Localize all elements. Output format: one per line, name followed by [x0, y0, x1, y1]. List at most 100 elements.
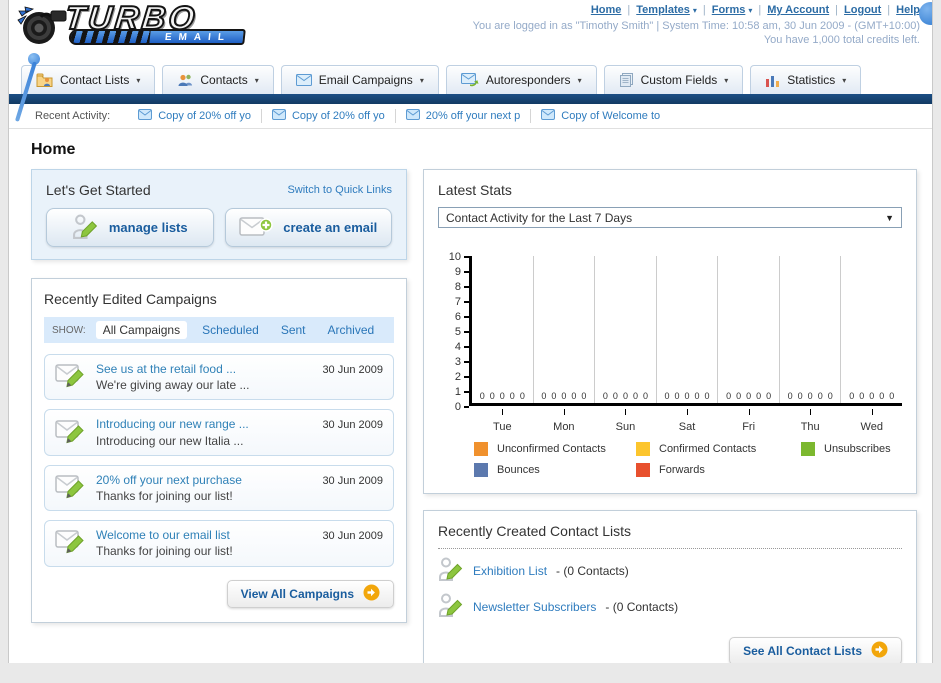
campaign-text: 20% off your next purchase Thanks for jo…: [96, 472, 313, 504]
recent-activity-link[interactable]: Copy of 20% off yo: [292, 110, 385, 122]
legend-label: Confirmed Contacts: [659, 443, 756, 455]
filter-scheduled[interactable]: Scheduled: [195, 321, 266, 339]
tab-statistics[interactable]: Statistics ▾: [750, 65, 861, 94]
tab-contact-lists[interactable]: Contact Lists ▾: [21, 65, 155, 94]
y-tick-mark: [464, 331, 469, 333]
chart-value: 0: [643, 391, 648, 401]
campaign-text: See us at the retail food ... We're givi…: [96, 361, 313, 393]
chart-day-column: 00000 Mon: [533, 256, 595, 403]
chart-day-column: 00000 Sun: [594, 256, 656, 403]
campaign-edit-icon: [55, 361, 87, 393]
stats-period-select[interactable]: Contact Activity for the Last 7 Days ▼: [438, 207, 902, 228]
contact-list-item: Exhibition List - (0 Contacts): [438, 556, 902, 585]
show-label: SHOW:: [52, 325, 86, 336]
topnav-link-forms[interactable]: Forms: [712, 4, 746, 16]
recent-activity-item[interactable]: 20% off your next p: [396, 109, 531, 123]
tab-label: Email Campaigns: [319, 73, 413, 87]
recent-activity-item[interactable]: Copy of 20% off yo: [128, 109, 261, 123]
chart-value: 0: [500, 391, 505, 401]
chart-day-column: 00000 Fri: [717, 256, 779, 403]
campaign-title-link[interactable]: 20% off your next purchase: [96, 472, 313, 488]
campaign-title-link[interactable]: See us at the retail food ...: [96, 361, 313, 377]
see-all-contact-lists-button[interactable]: See All Contact Lists: [729, 637, 902, 663]
recent-activity-item[interactable]: Copy of 20% off yo: [262, 109, 395, 123]
view-all-campaigns-button[interactable]: View All Campaigns: [227, 580, 394, 608]
arrow-circle-icon: [871, 641, 888, 661]
y-tick: 9: [455, 266, 469, 278]
campaign-row[interactable]: Welcome to our email list Thanks for joi…: [44, 520, 394, 566]
y-tick-mark: [464, 361, 469, 363]
contact-list-link[interactable]: Exhibition List: [473, 564, 547, 578]
topnav-link-templates[interactable]: Templates: [636, 4, 690, 16]
y-tick-mark: [464, 376, 469, 378]
contact-list-item: Newsletter Subscribers - (0 Contacts): [438, 592, 902, 621]
tab-custom-fields[interactable]: Custom Fields ▾: [604, 65, 744, 94]
switch-quick-links[interactable]: Switch to Quick Links: [287, 184, 392, 196]
campaigns-title: Recently Edited Campaigns: [44, 291, 394, 307]
right-column: Latest Stats Contact Activity for the La…: [423, 169, 917, 663]
chevron-down-icon: ▾: [578, 76, 582, 85]
y-tick: 10: [449, 251, 469, 263]
filter-archived[interactable]: Archived: [321, 321, 382, 339]
topnav-link-help[interactable]: Help: [896, 4, 920, 16]
contact-lists-icon: [36, 73, 53, 87]
tab-email-campaigns[interactable]: Email Campaigns ▾: [281, 65, 439, 94]
chart-value: 0: [736, 391, 741, 401]
campaign-row[interactable]: 20% off your next purchase Thanks for jo…: [44, 465, 394, 511]
chart-value: 0: [756, 391, 761, 401]
y-tick-label: 7: [455, 296, 461, 308]
campaign-title-link[interactable]: Welcome to our email list: [96, 527, 313, 543]
manage-lists-button[interactable]: manage lists: [46, 208, 214, 247]
recent-activity-link[interactable]: Copy of 20% off yo: [158, 110, 251, 122]
arrow-circle-icon: [363, 584, 380, 604]
chart-values: 00000: [534, 391, 595, 401]
y-tick-label: 2: [455, 371, 461, 383]
chart-values: 00000: [657, 391, 718, 401]
filter-sent[interactable]: Sent: [274, 321, 313, 339]
chart-y-axis: 0 1 2 3 4 5 6 7 8 9 10: [442, 256, 469, 406]
x-tick-label: Sun: [595, 421, 656, 433]
contact-lists-footer: See All Contact Lists: [438, 637, 902, 663]
x-tick-mark: [687, 409, 688, 415]
y-tick-mark: [464, 301, 469, 303]
tab-autoresponders[interactable]: Autoresponders ▾: [446, 65, 597, 94]
x-tick-label: Fri: [718, 421, 779, 433]
topnav-link-my-account[interactable]: My Account: [767, 4, 829, 16]
legend-item: Unconfirmed Contacts: [474, 442, 636, 456]
navy-divider-bar: [9, 94, 932, 104]
campaign-row[interactable]: See us at the retail food ... We're givi…: [44, 354, 394, 400]
recent-activity-item[interactable]: Copy of Welcome to: [531, 109, 670, 123]
header-right: Home|Templates▾|Forms▾|My Account|Logout…: [473, 4, 920, 46]
envelope-icon: [138, 109, 152, 123]
campaign-title-link[interactable]: Introducing our new range ...: [96, 416, 313, 432]
filter-all-campaigns[interactable]: All Campaigns: [96, 321, 187, 339]
campaign-row[interactable]: Introducing our new range ... Introducin…: [44, 409, 394, 455]
recent-activity-link[interactable]: Copy of Welcome to: [561, 110, 660, 122]
create-email-button[interactable]: create an email: [225, 208, 393, 247]
latest-stats-panel: Latest Stats Contact Activity for the La…: [423, 169, 917, 494]
page-title: Home: [31, 141, 917, 159]
y-tick-mark: [464, 346, 469, 348]
contact-list-link[interactable]: Newsletter Subscribers: [473, 600, 596, 614]
autoresponders-icon: [461, 73, 479, 87]
tab-contacts[interactable]: Contacts ▾: [162, 65, 273, 94]
campaign-edit-icon: [55, 417, 87, 449]
contact-lists-panel: Recently Created Contact Lists Exhibitio…: [423, 510, 917, 663]
x-tick-mark: [625, 409, 626, 415]
manage-lists-icon: [72, 213, 99, 243]
legend-swatch: [636, 463, 650, 477]
topnav-link-home[interactable]: Home: [591, 4, 622, 16]
topnav-link-logout[interactable]: Logout: [844, 4, 881, 16]
legend-label: Bounces: [497, 464, 540, 476]
contacts-icon: [177, 73, 193, 87]
chart-value: 0: [520, 391, 525, 401]
recent-activity-link[interactable]: 20% off your next p: [426, 110, 521, 122]
x-tick-mark: [564, 409, 565, 415]
chart-value: 0: [490, 391, 495, 401]
campaign-edit-icon: [55, 527, 87, 559]
get-started-panel: Let's Get Started Switch to Quick Links: [31, 169, 407, 260]
x-tick-label: Mon: [534, 421, 595, 433]
chart-day-column: 00000 Tue: [472, 256, 533, 403]
envelope-icon: [272, 109, 286, 123]
chart-value: 0: [685, 391, 690, 401]
